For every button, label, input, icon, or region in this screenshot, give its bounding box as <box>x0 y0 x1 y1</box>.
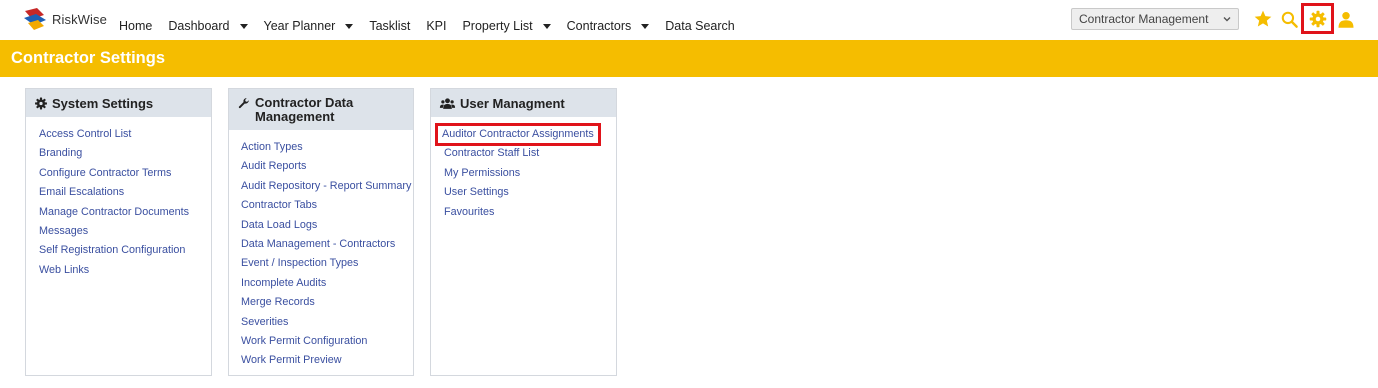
link-configure-contractor-terms[interactable]: Configure Contractor Terms <box>39 164 211 183</box>
link-favourites[interactable]: Favourites <box>444 203 616 222</box>
chevron-down-icon <box>1223 17 1231 22</box>
link-branding[interactable]: Branding <box>39 144 211 163</box>
users-icon <box>439 98 456 109</box>
star-icon <box>1254 10 1272 27</box>
nav-dashboard[interactable]: Dashboard <box>168 10 248 42</box>
link-user-settings[interactable]: User Settings <box>444 183 616 202</box>
contractor-data-links: Action Types Audit Reports Audit Reposit… <box>229 130 413 371</box>
page-title: Contractor Settings <box>11 49 166 67</box>
panel-title: User Managment <box>460 96 565 111</box>
caret-down-icon <box>641 23 650 29</box>
link-messages[interactable]: Messages <box>39 222 211 241</box>
link-data-management-contractors[interactable]: Data Management - Contractors <box>241 235 413 254</box>
nav-home[interactable]: Home <box>119 10 152 42</box>
link-my-permissions[interactable]: My Permissions <box>444 164 616 183</box>
nav-kpi[interactable]: KPI <box>426 10 446 42</box>
link-manage-contractor-documents[interactable]: Manage Contractor Documents <box>39 203 211 222</box>
nav-dashboard-label: Dashboard <box>168 19 230 33</box>
nav-data-search-label: Data Search <box>665 19 735 33</box>
user-management-panel: User Managment Auditor Contractor Assign… <box>430 88 617 376</box>
link-data-load-logs[interactable]: Data Load Logs <box>241 216 413 235</box>
link-access-control-list[interactable]: Access Control List <box>39 125 211 144</box>
link-self-registration-configuration[interactable]: Self Registration Configuration <box>39 241 211 260</box>
link-action-types[interactable]: Action Types <box>241 138 413 157</box>
search-icon <box>1281 11 1298 28</box>
nav-tasklist-label: Tasklist <box>369 19 411 33</box>
panel-header: User Managment <box>431 89 616 117</box>
link-work-permit-configuration[interactable]: Work Permit Configuration <box>241 332 413 351</box>
module-select[interactable]: Contractor Management <box>1071 8 1239 30</box>
riskwise-logo-icon <box>24 8 46 30</box>
link-severities[interactable]: Severities <box>241 313 413 332</box>
caret-down-icon <box>542 23 551 29</box>
user-management-links: Auditor Contractor Assignments Contracto… <box>431 117 616 222</box>
link-incomplete-audits[interactable]: Incomplete Audits <box>241 274 413 293</box>
link-web-links[interactable]: Web Links <box>39 261 211 280</box>
panel-header: System Settings <box>26 89 211 117</box>
nav-contractors-label: Contractors <box>566 19 632 33</box>
module-select-value: Contractor Management <box>1079 12 1209 26</box>
link-email-escalations[interactable]: Email Escalations <box>39 183 211 202</box>
nav-year-planner-label: Year Planner <box>263 19 336 33</box>
nav-home-label: Home <box>119 19 153 33</box>
top-navigation-bar: RiskWise Home Dashboard Year Planner Tas… <box>0 0 1378 43</box>
panel-title: System Settings <box>52 96 154 111</box>
nav-property-list-label: Property List <box>462 19 533 33</box>
settings-highlight-box <box>1301 3 1334 34</box>
system-settings-links: Access Control List Branding Configure C… <box>26 117 211 280</box>
link-merge-records[interactable]: Merge Records <box>241 293 413 312</box>
user-button[interactable] <box>1335 8 1357 30</box>
link-event-inspection-types[interactable]: Event / Inspection Types <box>241 254 413 273</box>
nav-contractors[interactable]: Contractors <box>567 10 650 42</box>
link-contractor-staff-list[interactable]: Contractor Staff List <box>444 144 616 163</box>
wrench-icon <box>238 98 249 109</box>
nav-tasklist[interactable]: Tasklist <box>369 10 410 42</box>
link-audit-repository-report-summary[interactable]: Audit Repository - Report Summary <box>241 177 413 196</box>
link-auditor-contractor-assignments[interactable]: Auditor Contractor Assignments <box>435 123 616 146</box>
highlighted-link-label: Auditor Contractor Assignments <box>435 123 601 146</box>
caret-down-icon <box>345 23 354 29</box>
search-button[interactable] <box>1278 8 1300 30</box>
nav-kpi-label: KPI <box>426 19 447 33</box>
link-audit-reports[interactable]: Audit Reports <box>241 157 413 176</box>
page-title-bar: Contractor Settings <box>0 40 1378 77</box>
link-contractor-tabs[interactable]: Contractor Tabs <box>241 196 413 215</box>
nav-year-planner[interactable]: Year Planner <box>264 10 354 42</box>
nav-data-search[interactable]: Data Search <box>665 10 734 42</box>
contractor-data-management-panel: Contractor Data Management Action Types … <box>228 88 414 376</box>
system-settings-panel: System Settings Access Control List Bran… <box>25 88 212 376</box>
app-logo[interactable]: RiskWise <box>22 6 107 32</box>
panel-header: Contractor Data Management <box>229 89 413 130</box>
logo-text: RiskWise <box>52 11 107 27</box>
user-icon <box>1338 11 1354 28</box>
panel-title: Contractor Data Management <box>255 95 354 124</box>
favourites-button[interactable] <box>1252 8 1274 30</box>
main-nav: Home Dashboard Year Planner Tasklist KPI… <box>119 10 759 43</box>
nav-property-list[interactable]: Property List <box>462 10 551 42</box>
link-work-permit-preview[interactable]: Work Permit Preview <box>241 351 413 370</box>
gear-icon <box>35 97 47 110</box>
caret-down-icon <box>239 23 248 29</box>
